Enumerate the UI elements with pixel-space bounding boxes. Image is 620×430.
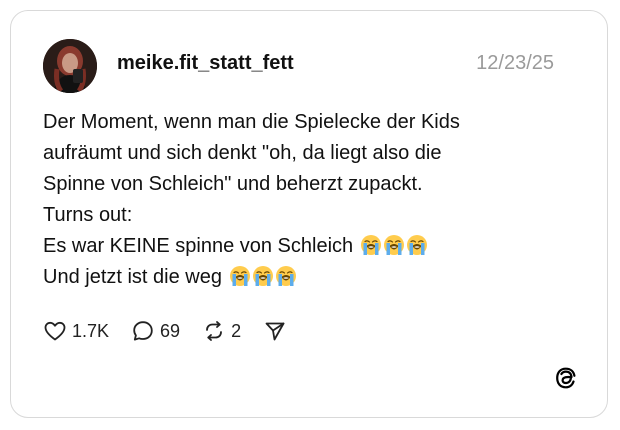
post-line: Der Moment, wenn man die Spielecke der K… xyxy=(43,111,460,133)
post-card[interactable]: meike.fit_statt_fett 12/23/25 Der Moment… xyxy=(10,10,608,418)
comment-count: 69 xyxy=(160,320,181,341)
action-bar: 1.7K 69 2 xyxy=(43,316,309,346)
post-line-with-emoji: Und jetzt ist die weg xyxy=(43,262,583,293)
loudly-crying-face-icon xyxy=(275,265,297,287)
repost-button[interactable]: 2 xyxy=(202,319,241,343)
share-button[interactable] xyxy=(263,319,287,343)
loudly-crying-face-icon xyxy=(383,234,405,256)
comment-button[interactable]: 69 xyxy=(131,319,180,343)
post-line-text: Und jetzt ist die weg xyxy=(43,266,222,288)
repost-count: 2 xyxy=(231,320,242,341)
post-line: aufräumt und sich denkt "oh, da liegt al… xyxy=(43,142,442,164)
post-body: Der Moment, wenn man die Spielecke der K… xyxy=(43,107,583,293)
heart-icon xyxy=(44,321,66,341)
loudly-crying-face-icon xyxy=(252,265,274,287)
loudly-crying-face-icon xyxy=(360,234,382,256)
loudly-crying-face-icon xyxy=(229,265,251,287)
like-button[interactable]: 1.7K xyxy=(43,319,109,343)
send-icon xyxy=(265,322,285,341)
username[interactable]: meike.fit_statt_fett xyxy=(117,52,294,75)
speech-bubble-icon xyxy=(133,321,153,341)
loudly-crying-face-icon xyxy=(406,234,428,256)
post-line-text: Es war KEINE spinne von Schleich xyxy=(43,235,354,257)
post-date: 12/23/25 xyxy=(476,52,554,74)
post-line-with-emoji: Es war KEINE spinne von Schleich xyxy=(43,231,583,262)
threads-logo-icon[interactable] xyxy=(553,365,579,391)
like-count: 1.7K xyxy=(72,320,110,341)
post-line: Turns out: xyxy=(43,204,133,226)
avatar[interactable] xyxy=(43,39,97,93)
avatar-image xyxy=(43,39,97,93)
post-line: Spinne von Schleich" und beherzt zupackt… xyxy=(43,173,423,195)
repost-icon xyxy=(206,321,222,341)
